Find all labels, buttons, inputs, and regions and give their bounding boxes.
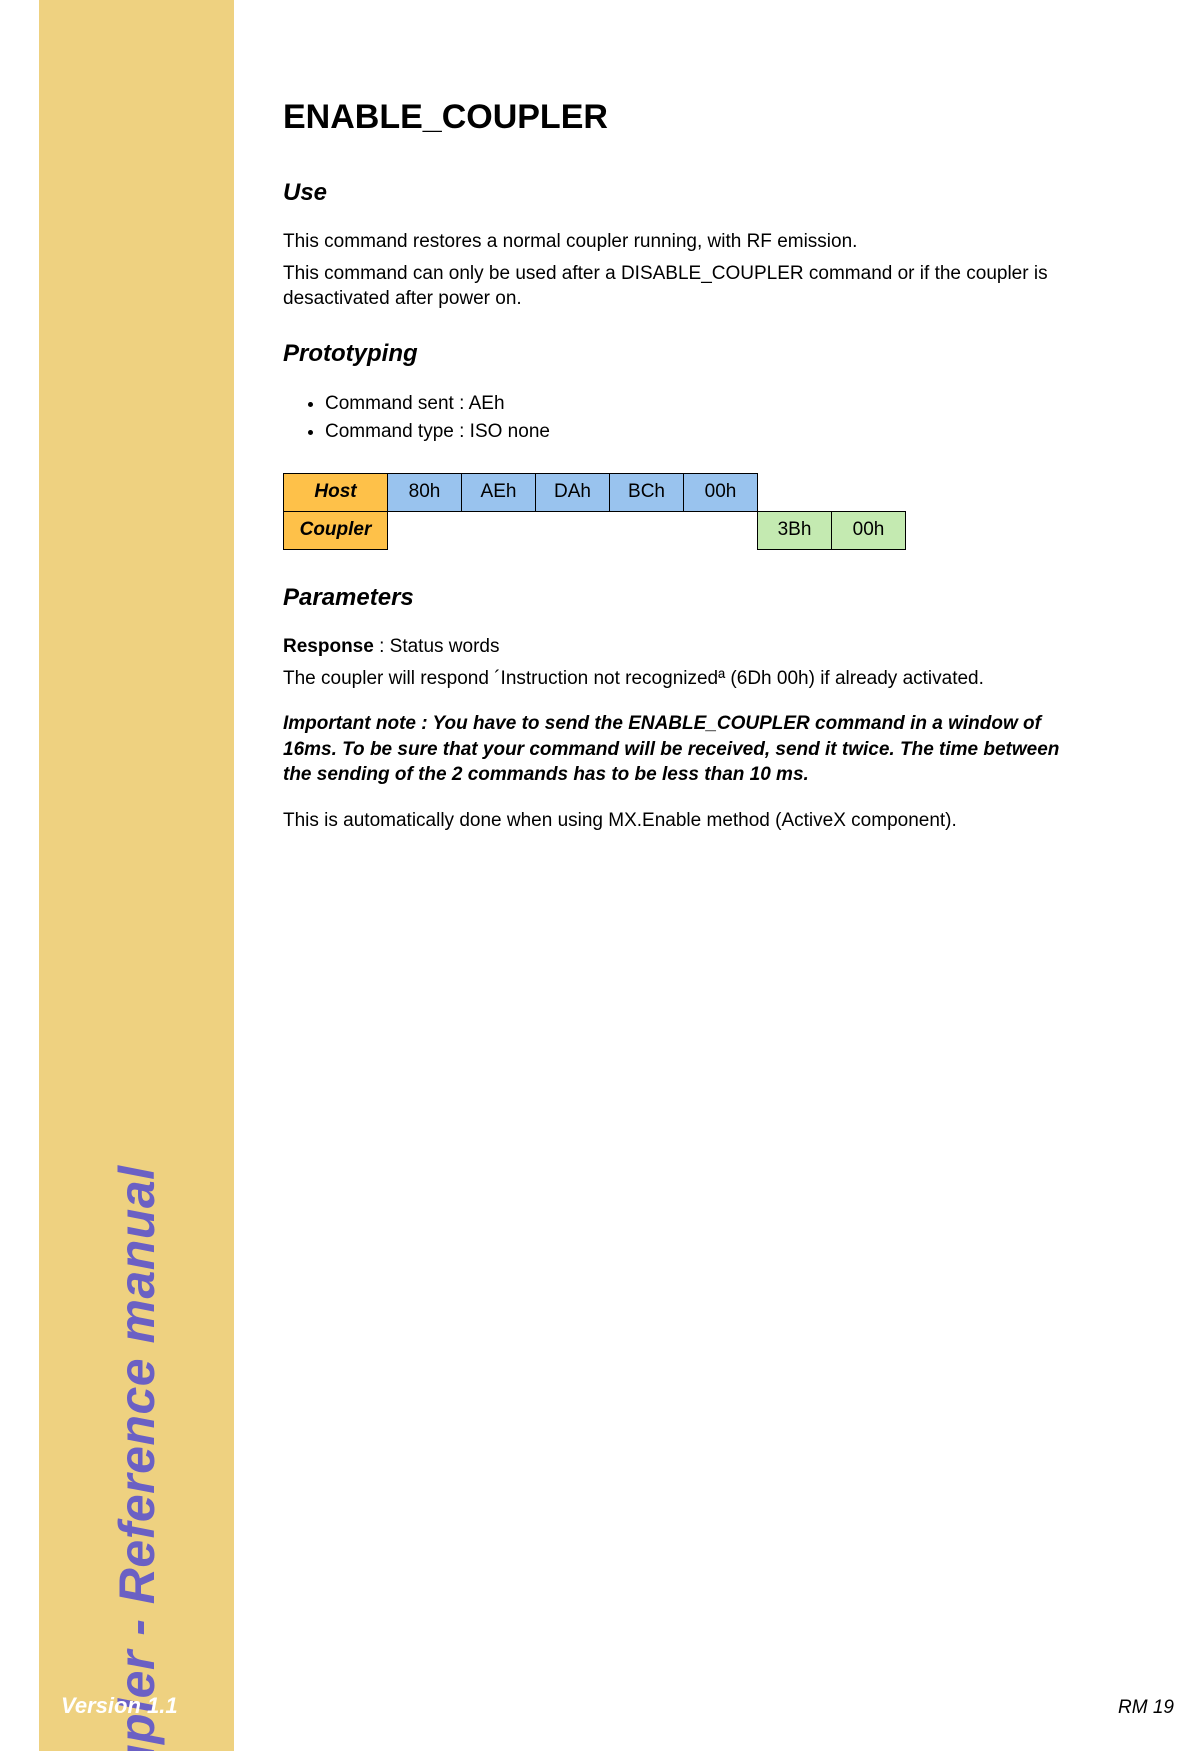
page: Coupler - Reference manual Version 1.1 E…	[0, 0, 1184, 1751]
list-item: Command type : ISO none	[325, 418, 1063, 447]
use-paragraph-1: This command restores a normal coupler r…	[283, 229, 1063, 255]
prototyping-list: Command sent : AEh Command type : ISO no…	[283, 390, 1063, 447]
sidebar-title: Coupler - Reference manual	[108, 1165, 166, 1751]
host-cell: BCh	[610, 473, 684, 511]
empty-cell	[388, 511, 758, 549]
response-label: Response	[283, 636, 374, 657]
empty-cell	[758, 473, 832, 511]
sidebar-version: Version 1.1	[61, 1693, 178, 1719]
host-cell: DAh	[536, 473, 610, 511]
coupler-cell: 3Bh	[758, 511, 832, 549]
use-heading: Use	[283, 179, 1063, 207]
host-cell: 00h	[684, 473, 758, 511]
auto-paragraph: This is automatically done when using MX…	[283, 808, 1063, 834]
host-cell: AEh	[462, 473, 536, 511]
response-text: : Status words	[374, 636, 500, 657]
use-paragraph-2: This command can only be used after a DI…	[283, 261, 1063, 312]
table-row-host: Host 80h AEh DAh BCh 00h	[284, 473, 906, 511]
parameters-heading: Parameters	[283, 584, 1063, 612]
empty-cell	[832, 473, 906, 511]
content: ENABLE_COUPLER Use This command restores…	[283, 98, 1063, 840]
footer-page-number: RM 19	[1118, 1697, 1174, 1719]
prototyping-heading: Prototyping	[283, 340, 1063, 368]
prototyping-table: Host 80h AEh DAh BCh 00h Coupler 3Bh 00h	[283, 473, 906, 550]
coupler-row-label: Coupler	[284, 511, 388, 549]
sidebar: Coupler - Reference manual Version 1.1	[39, 0, 234, 1751]
response-paragraph: The coupler will respond ´Instruction no…	[283, 666, 1063, 692]
response-line: Response : Status words	[283, 634, 1063, 660]
host-row-label: Host	[284, 473, 388, 511]
important-note: Important note : You have to send the EN…	[283, 711, 1063, 788]
host-cell: 80h	[388, 473, 462, 511]
list-item: Command sent : AEh	[325, 390, 1063, 419]
table-row-coupler: Coupler 3Bh 00h	[284, 511, 906, 549]
use-block: This command restores a normal coupler r…	[283, 229, 1063, 312]
page-title: ENABLE_COUPLER	[283, 98, 1063, 137]
coupler-cell: 00h	[832, 511, 906, 549]
